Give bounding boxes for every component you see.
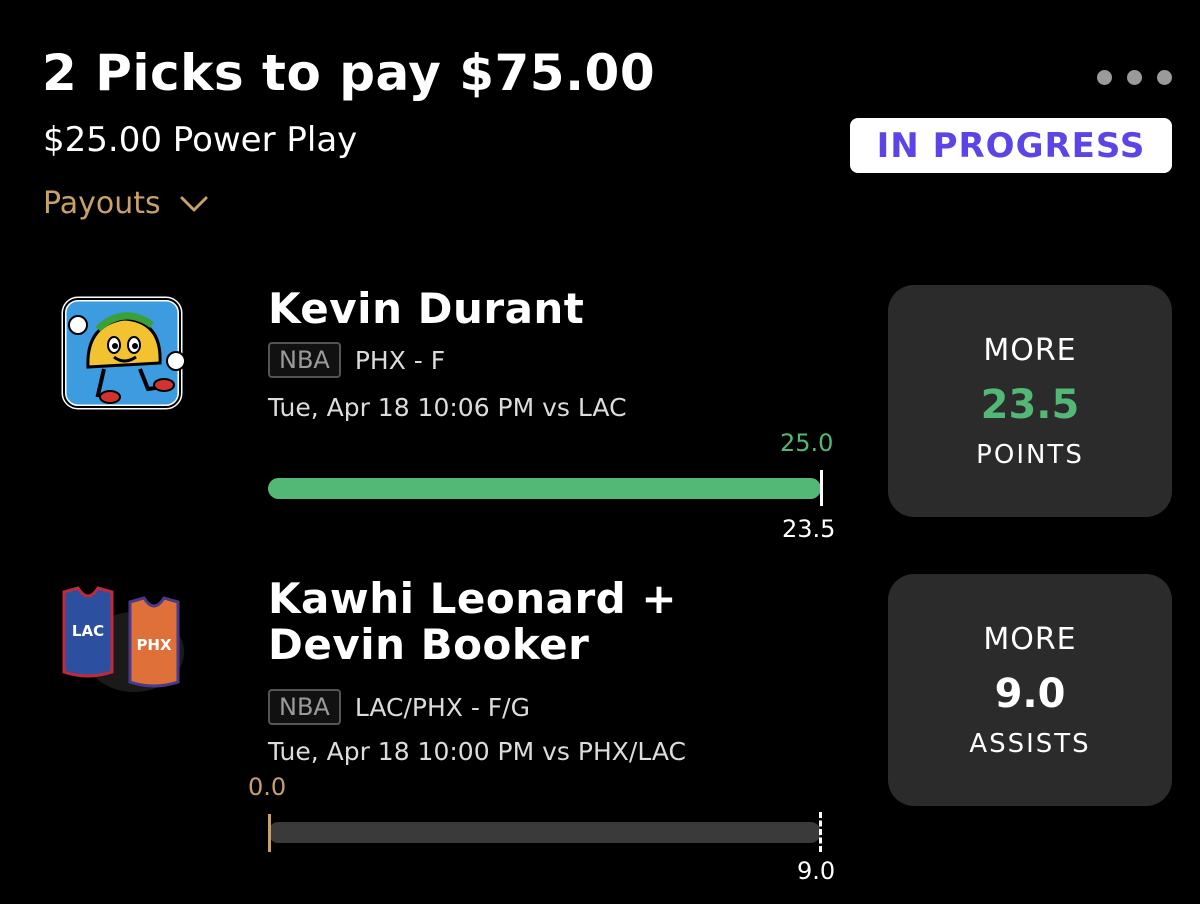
progress-track xyxy=(268,822,821,843)
line-label: 9.0 xyxy=(797,857,836,885)
jerseys-icon: LAC PHX xyxy=(52,582,192,722)
player-meta: NBA LAC/PHX - F/G xyxy=(268,689,530,725)
player-meta: NBA PHX - F xyxy=(268,342,445,378)
pick-line: 23.5 xyxy=(980,381,1080,428)
pick-card[interactable]: MORE 23.5 POINTS xyxy=(888,285,1172,517)
current-value-label: 25.0 xyxy=(780,429,834,457)
line-marker xyxy=(820,470,823,506)
svg-text:PHX: PHX xyxy=(136,636,172,654)
payouts-label: Payouts xyxy=(43,186,161,221)
pick-stat: POINTS xyxy=(976,439,1084,470)
league-badge: NBA xyxy=(268,689,341,725)
svg-text:LAC: LAC xyxy=(72,622,104,640)
team-position: LAC/PHX - F/G xyxy=(354,692,530,722)
pick-card[interactable]: MORE 9.0 ASSISTS xyxy=(888,574,1172,806)
player-name: Kawhi Leonard + Devin Booker xyxy=(268,574,678,669)
status-badge: IN PROGRESS xyxy=(850,118,1172,173)
payouts-toggle[interactable]: Payouts xyxy=(43,186,209,221)
chevron-down-icon xyxy=(180,196,208,211)
more-options-icon[interactable] xyxy=(1097,70,1172,85)
page-title: 2 Picks to pay $75.00 xyxy=(42,44,656,102)
progress-fill xyxy=(268,478,821,499)
current-value-label: 0.0 xyxy=(248,773,287,801)
line-label: 23.5 xyxy=(782,515,836,543)
current-marker xyxy=(268,814,271,852)
pick-stat: ASSISTS xyxy=(969,728,1091,759)
pick-line: 9.0 xyxy=(994,670,1066,717)
entry-type: $25.00 Power Play xyxy=(43,120,358,160)
taco-mascot-icon xyxy=(52,285,192,425)
pick-direction: MORE xyxy=(983,621,1077,657)
team-position: PHX - F xyxy=(354,345,446,375)
game-time: Tue, Apr 18 10:06 PM vs LAC xyxy=(268,393,627,422)
player-name: Kevin Durant xyxy=(268,284,585,333)
game-time: Tue, Apr 18 10:00 PM vs PHX/LAC xyxy=(268,737,686,766)
line-marker xyxy=(819,812,822,852)
progress-track xyxy=(268,478,821,499)
pick-direction: MORE xyxy=(983,332,1077,368)
league-badge: NBA xyxy=(268,342,341,378)
